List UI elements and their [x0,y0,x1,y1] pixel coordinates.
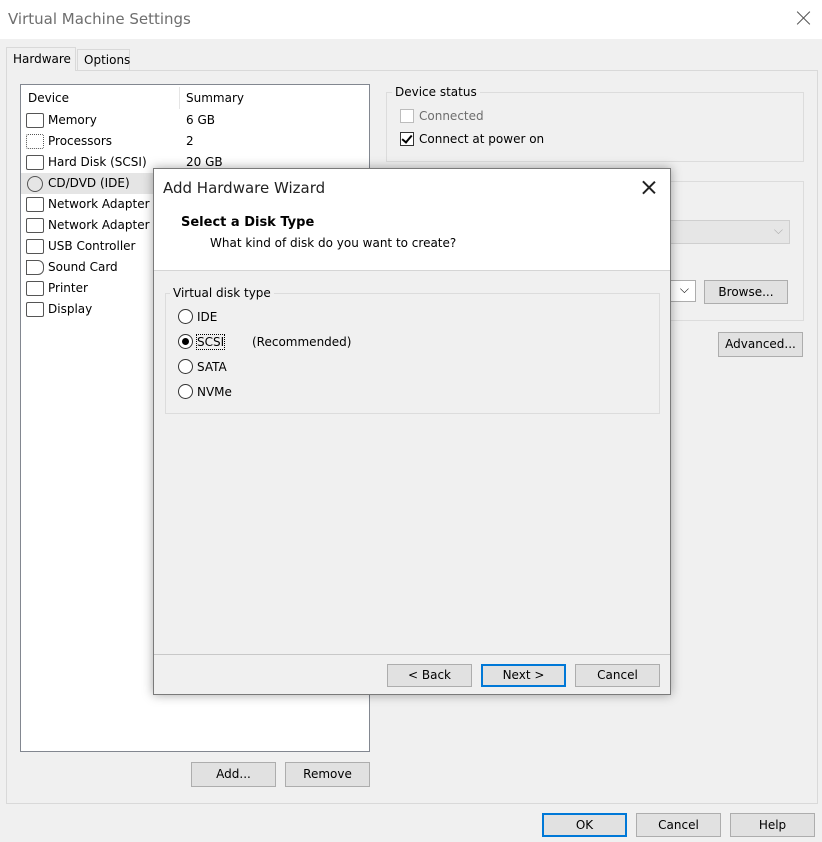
radio-nvme-label: NVMe [197,385,232,399]
next-button[interactable]: Next > [481,664,566,687]
processor-icon [26,134,44,149]
connected-label: Connected [419,109,484,123]
recommended-note: (Recommended) [252,335,352,349]
chevron-down-icon: ⌵ [773,223,783,237]
column-header-device[interactable]: Device [28,91,69,105]
radio-sata[interactable] [178,359,193,374]
close-icon[interactable] [794,8,814,28]
advanced-button[interactable]: Advanced... [718,332,803,357]
device-summary: 6 GB [186,113,215,127]
speaker-icon [26,260,44,275]
device-name: Hard Disk (SCSI) [48,155,147,169]
chevron-down-icon: ⌵ [679,282,689,296]
radio-ide[interactable] [178,309,193,324]
add-button[interactable]: Add... [191,762,276,787]
wizard-header: Add Hardware Wizard Select a Disk Type W… [154,169,670,270]
divider [154,270,670,271]
hard-disk-icon [26,155,44,170]
radio-ide-label: IDE [197,310,218,324]
wizard-heading: Select a Disk Type [181,215,315,230]
tab-hardware[interactable]: Hardware [6,47,76,71]
radio-scsi[interactable] [178,334,193,349]
divider [154,654,670,655]
device-status-label: Device status [392,85,480,99]
usb-icon [26,239,44,254]
device-name: Printer [48,281,88,295]
close-icon[interactable] [640,179,658,197]
radio-nvme[interactable] [178,384,193,399]
device-status-group [386,92,804,162]
device-row-processors[interactable]: Processors 2 [21,131,369,152]
device-summary: 2 [186,134,194,148]
column-header-summary[interactable]: Summary [186,91,244,105]
device-summary: 20 GB [186,155,223,169]
wizard-cancel-button[interactable]: Cancel [575,664,660,687]
browse-button[interactable]: Browse... [704,280,788,304]
network-adapter-icon [26,197,44,212]
device-name: Processors [48,134,113,148]
memory-icon [26,113,44,128]
device-name: USB Controller [48,239,136,253]
help-button[interactable]: Help [730,813,815,837]
cd-dvd-icon [27,176,43,192]
device-row-memory[interactable]: Memory 6 GB [21,110,369,131]
column-separator [179,87,180,109]
device-name: Display [48,302,93,316]
back-button[interactable]: < Back [387,664,472,687]
device-name: Network Adapter 2 [48,218,161,232]
connected-checkbox[interactable] [400,109,414,123]
wizard-title: Add Hardware Wizard [163,179,326,197]
radio-scsi-label: SCSI [195,334,226,350]
device-name: CD/DVD (IDE) [48,176,130,190]
virtual-disk-type-label: Virtual disk type [170,286,274,300]
device-name: Network Adapter [48,197,150,211]
iso-path-combo: ⌵ [660,220,790,244]
device-list-header: Device Summary [21,85,369,109]
network-adapter-icon [26,218,44,233]
add-hardware-wizard-dialog: Add Hardware Wizard Select a Disk Type W… [153,168,671,695]
connect-at-power-on-label: Connect at power on [419,132,545,146]
device-name: Memory [48,113,97,127]
printer-icon [26,281,44,296]
tab-options[interactable]: Options [77,49,130,70]
virtual-disk-type-group [165,293,660,414]
cancel-button[interactable]: Cancel [636,813,721,837]
window-title: Virtual Machine Settings [8,10,191,28]
remove-button[interactable]: Remove [285,762,370,787]
monitor-icon [26,302,44,317]
device-name: Sound Card [48,260,118,274]
wizard-subheading: What kind of disk do you want to create? [210,236,457,250]
radio-sata-label: SATA [197,360,227,374]
ok-button[interactable]: OK [542,813,627,837]
connect-at-power-on-checkbox[interactable] [400,132,414,146]
